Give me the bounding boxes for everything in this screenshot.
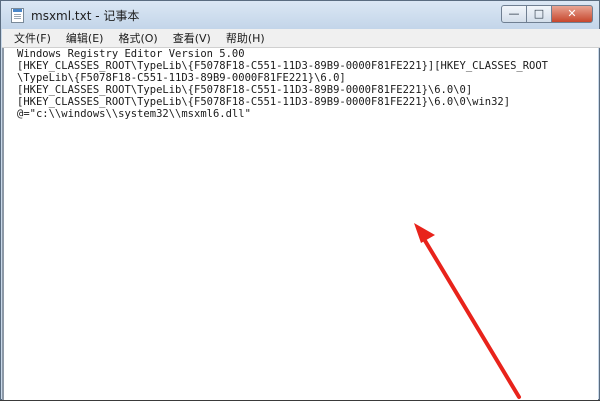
menu-file[interactable]: 文件(F) (8, 30, 57, 46)
notepad-icon (11, 8, 24, 23)
editor-content[interactable]: Windows Registry Editor Version 5.00 [HKE… (4, 48, 598, 120)
editor-line: Windows Registry Editor Version 5.00 (17, 48, 245, 60)
text-editor-area[interactable]: Windows Registry Editor Version 5.00 [HKE… (2, 48, 598, 400)
menu-edit[interactable]: 编辑(E) (60, 30, 110, 46)
minimize-button[interactable]: — (501, 5, 527, 23)
editor-line: \TypeLib\{F5078F18-C551-11D3-89B9-0000F8… (17, 72, 346, 84)
menu-format[interactable]: 格式(O) (112, 30, 163, 46)
window-controls: — □ ✕ (501, 5, 593, 23)
title-bar[interactable]: msxml.txt - 记事本 — □ ✕ (1, 1, 599, 29)
maximize-button[interactable]: □ (526, 5, 552, 23)
menu-help[interactable]: 帮助(H) (220, 30, 271, 46)
menu-view[interactable]: 查看(V) (167, 30, 217, 46)
editor-line: @="c:\\windows\\system32\\msxml6.dll" (17, 108, 251, 120)
editor-line: [HKEY_CLASSES_ROOT\TypeLib\{F5078F18-C55… (17, 96, 511, 108)
menu-bar: 文件(F) 编辑(E) 格式(O) 查看(V) 帮助(H) (2, 29, 600, 48)
notepad-window: msxml.txt - 记事本 — □ ✕ 文件(F) 编辑(E) 格式(O) … (0, 0, 600, 400)
window-title: msxml.txt - 记事本 (31, 9, 140, 23)
close-button[interactable]: ✕ (551, 5, 593, 23)
editor-line: [HKEY_CLASSES_ROOT\TypeLib\{F5078F18-C55… (17, 84, 473, 96)
editor-line: [HKEY_CLASSES_ROOT\TypeLib\{F5078F18-C55… (17, 60, 549, 72)
